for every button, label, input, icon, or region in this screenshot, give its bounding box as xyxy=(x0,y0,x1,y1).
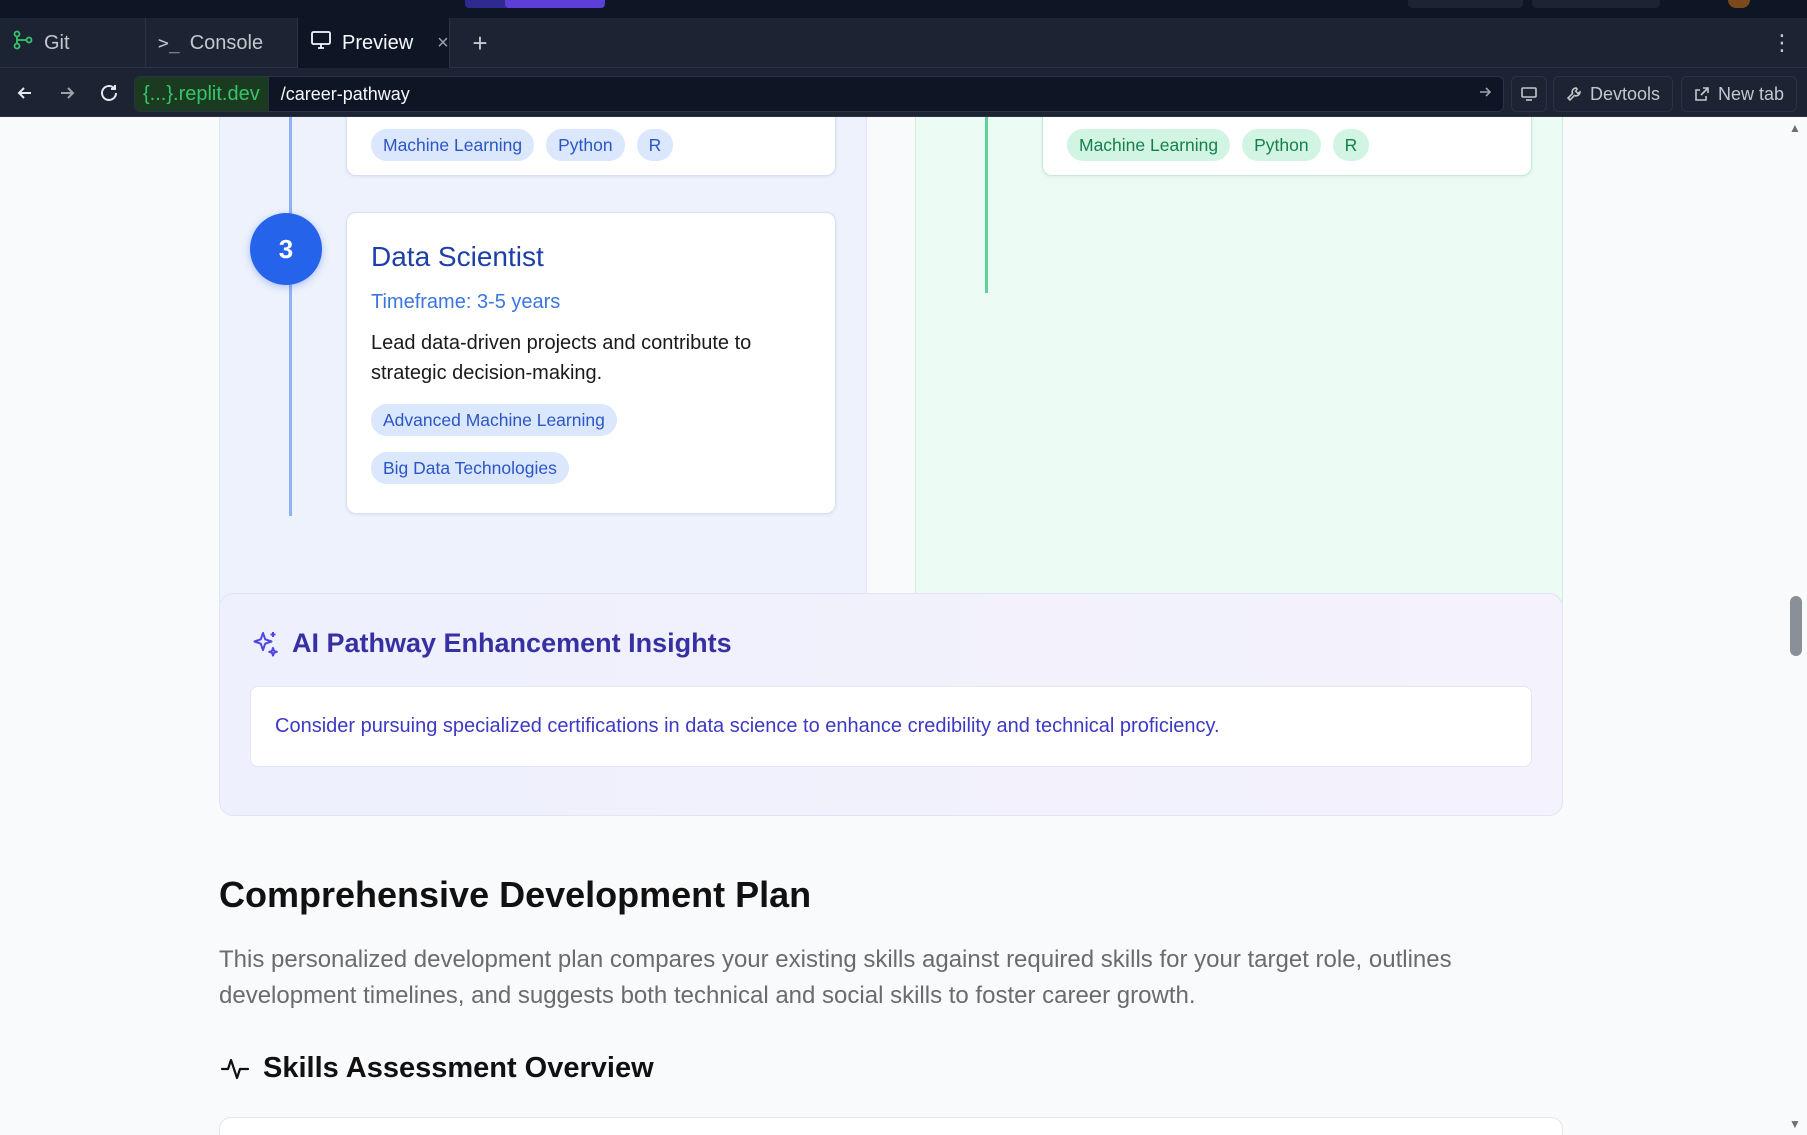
skill-tag: Machine Learning xyxy=(371,129,535,161)
enhanced-step-card: Machine Learning Python R xyxy=(1042,117,1532,176)
preview-viewport: Machine Learning Python R 3 Data Scienti… xyxy=(0,117,1807,1135)
section-description: This personalized development plan compa… xyxy=(219,946,1452,1009)
external-link-icon xyxy=(1695,87,1709,101)
skill-tags: Machine Learning Python R xyxy=(371,129,674,161)
terminal-icon: >_ xyxy=(158,32,180,54)
tab-console[interactable]: >_ Console xyxy=(146,18,298,68)
skill-tag: Python xyxy=(546,129,625,161)
wrench-icon xyxy=(1566,87,1581,102)
skills-overview-card xyxy=(219,1117,1563,1135)
top-run-pill-accent xyxy=(505,0,605,8)
back-button[interactable] xyxy=(8,76,42,110)
avatar[interactable] xyxy=(1728,0,1750,8)
close-icon[interactable]: × xyxy=(437,32,449,55)
skill-tag: R xyxy=(1332,129,1370,161)
address-input[interactable]: {...}.replit.dev /career-pathway xyxy=(134,76,1504,112)
scrollbar-thumb[interactable] xyxy=(1790,596,1802,656)
section-title: Comprehensive Development Plan xyxy=(219,874,812,915)
pathway-step-card-data-scientist: Data Scientist Timeframe: 3-5 years Lead… xyxy=(346,212,836,514)
reload-button[interactable] xyxy=(92,76,126,110)
skill-tag: Advanced Machine Learning xyxy=(371,404,617,436)
scroll-down-icon[interactable]: ▼ xyxy=(1789,1117,1801,1131)
tab-preview[interactable]: Preview × xyxy=(298,18,450,68)
tab-git[interactable]: Git xyxy=(0,18,146,68)
pathway-step-card: Machine Learning Python R xyxy=(346,117,836,176)
top-button-2[interactable] xyxy=(1532,0,1660,8)
preview-url-bar: {...}.replit.dev /career-pathway Devtool… xyxy=(0,68,1807,117)
devtools-button[interactable]: Devtools xyxy=(1553,76,1674,112)
devtools-label: Devtools xyxy=(1590,83,1661,104)
new-tab-button[interactable]: New tab xyxy=(1681,76,1798,112)
url-path: /career-pathway xyxy=(280,83,410,104)
tab-git-label: Git xyxy=(44,31,70,54)
arrow-left-icon xyxy=(17,87,31,99)
git-branch-icon xyxy=(12,29,34,57)
forward-button[interactable] xyxy=(50,76,84,110)
skill-tags: Advanced Machine Learning xyxy=(371,404,617,436)
enhanced-pathway-panel xyxy=(915,117,1563,614)
activity-icon xyxy=(220,1058,250,1079)
step-title: Data Scientist xyxy=(371,241,544,272)
skill-tag: Big Data Technologies xyxy=(371,452,569,484)
monitor-icon xyxy=(1521,87,1537,101)
add-tab-button[interactable]: + xyxy=(460,18,500,68)
skill-tag: Machine Learning xyxy=(1067,129,1231,161)
scroll-up-icon[interactable]: ▲ xyxy=(1789,121,1801,135)
arrow-right-icon xyxy=(61,87,75,99)
workspace-tab-bar: Git >_ Console Preview × + ⋮ xyxy=(0,18,1807,68)
insight-item: Consider pursuing specialized certificat… xyxy=(250,686,1532,767)
enhanced-timeline-line xyxy=(985,117,988,293)
workspace-top-strip xyxy=(0,0,1807,18)
new-tab-label: New tab xyxy=(1718,83,1785,104)
ai-insights-section: AI Pathway Enhancement Insights Consider… xyxy=(219,593,1563,816)
device-toggle-button[interactable] xyxy=(1511,76,1547,112)
tab-console-label: Console xyxy=(189,31,264,54)
step-description: Lead data-driven projects and contribute… xyxy=(371,332,752,384)
skill-tag: R xyxy=(636,129,674,161)
more-options-icon[interactable]: ⋮ xyxy=(1771,18,1793,68)
step-timeframe: Timeframe: 3-5 years xyxy=(371,291,561,313)
top-button-1[interactable] xyxy=(1408,0,1523,8)
go-arrow-icon[interactable] xyxy=(1477,84,1503,105)
page-scrollbar[interactable]: ▲ ▼ xyxy=(1783,117,1807,1135)
step-number-badge: 3 xyxy=(250,213,322,285)
skills-heading: Skills Assessment Overview xyxy=(219,1052,654,1085)
monitor-icon xyxy=(310,29,332,57)
url-domain: {...}.replit.dev xyxy=(135,77,269,111)
pathway-timeline-line xyxy=(289,117,292,516)
insights-heading: AI Pathway Enhancement Insights xyxy=(250,628,732,659)
reload-icon xyxy=(101,85,117,101)
skill-tags: Big Data Technologies xyxy=(371,452,569,484)
tab-preview-label: Preview xyxy=(342,31,414,54)
skill-tag: Python xyxy=(1242,129,1321,161)
insights-title: AI Pathway Enhancement Insights xyxy=(292,628,732,658)
sparkles-icon xyxy=(253,631,278,657)
skill-tags: Machine Learning Python R xyxy=(1067,129,1370,161)
skills-heading-label: Skills Assessment Overview xyxy=(263,1052,654,1084)
